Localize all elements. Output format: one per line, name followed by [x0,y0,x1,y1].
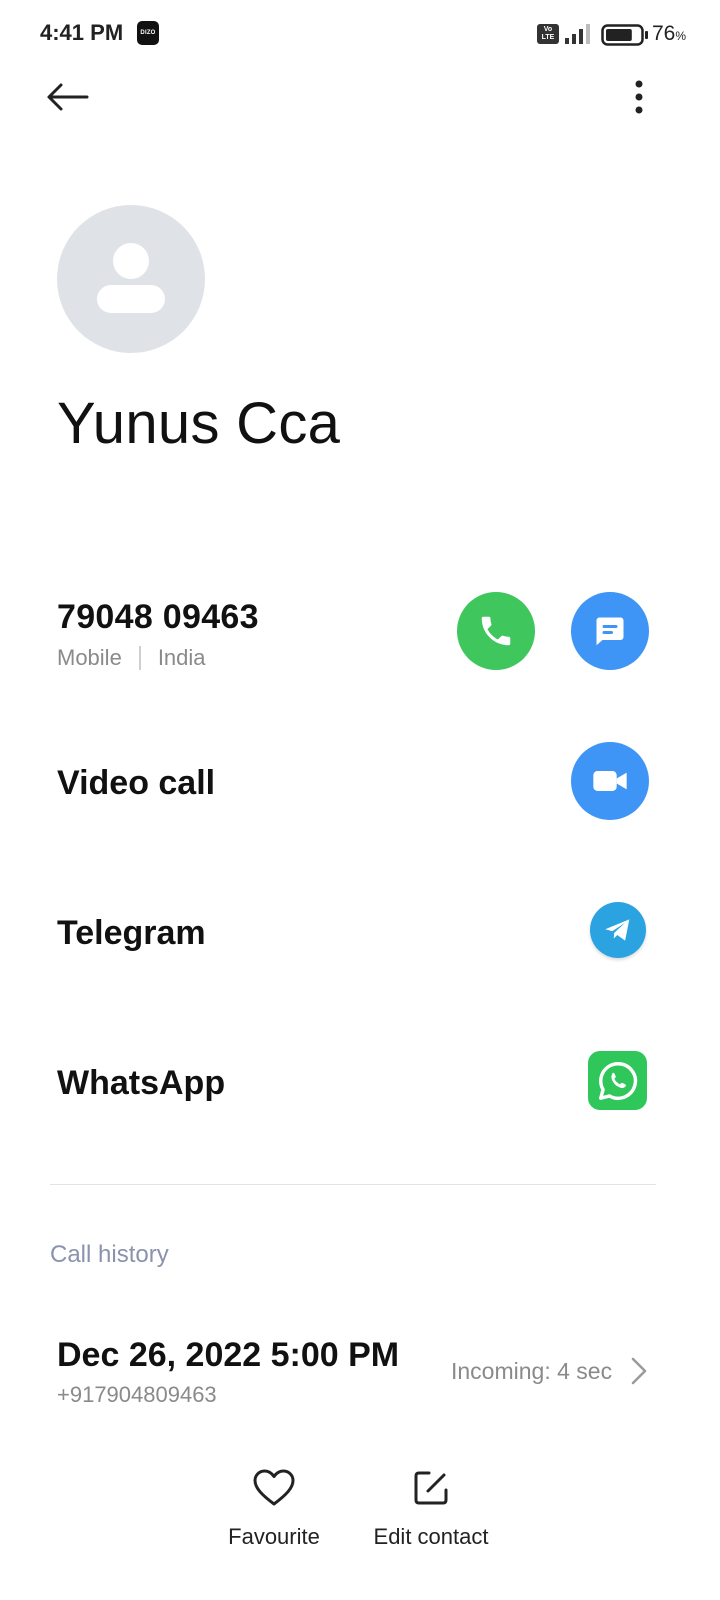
video-camera-icon [593,771,627,791]
favourite-button[interactable]: Favourite [205,1468,343,1550]
battery-icon [601,24,648,46]
arrow-left-icon [47,83,89,111]
video-call-label[interactable]: Video call [57,764,215,803]
status-time: 4:41 PM [40,20,124,45]
contact-details-screen: 4:41 PM DIZO Vo LTE 76% Yunus Cca 79048 … [0,0,720,1600]
contact-name: Yunus Cca [57,391,341,456]
whatsapp-icon [598,1061,637,1100]
person-icon [97,243,165,313]
meta-divider [138,646,141,670]
more-options-button[interactable] [618,72,660,122]
call-history-item[interactable]: Dec 26, 2022 5:00 PM +917904809463 Incom… [0,1320,720,1420]
whatsapp-button[interactable] [588,1051,647,1110]
message-icon [596,617,624,646]
chevron-right-icon [631,1357,647,1385]
call-history-title: Call history [50,1241,169,1268]
edit-contact-label: Edit contact [373,1524,489,1549]
call-number: +917904809463 [57,1382,217,1407]
phone-meta: Mobile India [57,645,206,671]
edit-icon [414,1471,448,1505]
whatsapp-label[interactable]: WhatsApp [57,1064,225,1103]
phone-type: Mobile [57,645,122,670]
back-button[interactable] [40,72,94,122]
phone-icon [481,616,511,646]
video-call-button[interactable] [571,742,649,820]
avatar[interactable] [57,205,205,353]
message-button[interactable] [571,592,649,670]
phone-number[interactable]: 79048 09463 [57,598,259,637]
heart-icon [253,1469,295,1506]
call-status: Incoming: 4 sec [451,1358,613,1384]
edit-contact-button[interactable]: Edit contact [355,1468,507,1550]
favourite-label: Favourite [228,1524,320,1549]
telegram-button[interactable] [590,902,646,958]
volte-icon: Vo LTE [537,24,559,44]
call-datetime: Dec 26, 2022 5:00 PM [57,1336,400,1374]
section-divider [50,1184,656,1185]
telegram-label[interactable]: Telegram [57,914,206,953]
call-button[interactable] [457,592,535,670]
phone-country: India [157,645,206,670]
notification-badge-icon: DIZO [137,21,159,45]
signal-icon [565,24,590,44]
more-vertical-icon [635,80,643,114]
telegram-icon [605,919,630,941]
battery-percentage: 76% [652,22,687,45]
